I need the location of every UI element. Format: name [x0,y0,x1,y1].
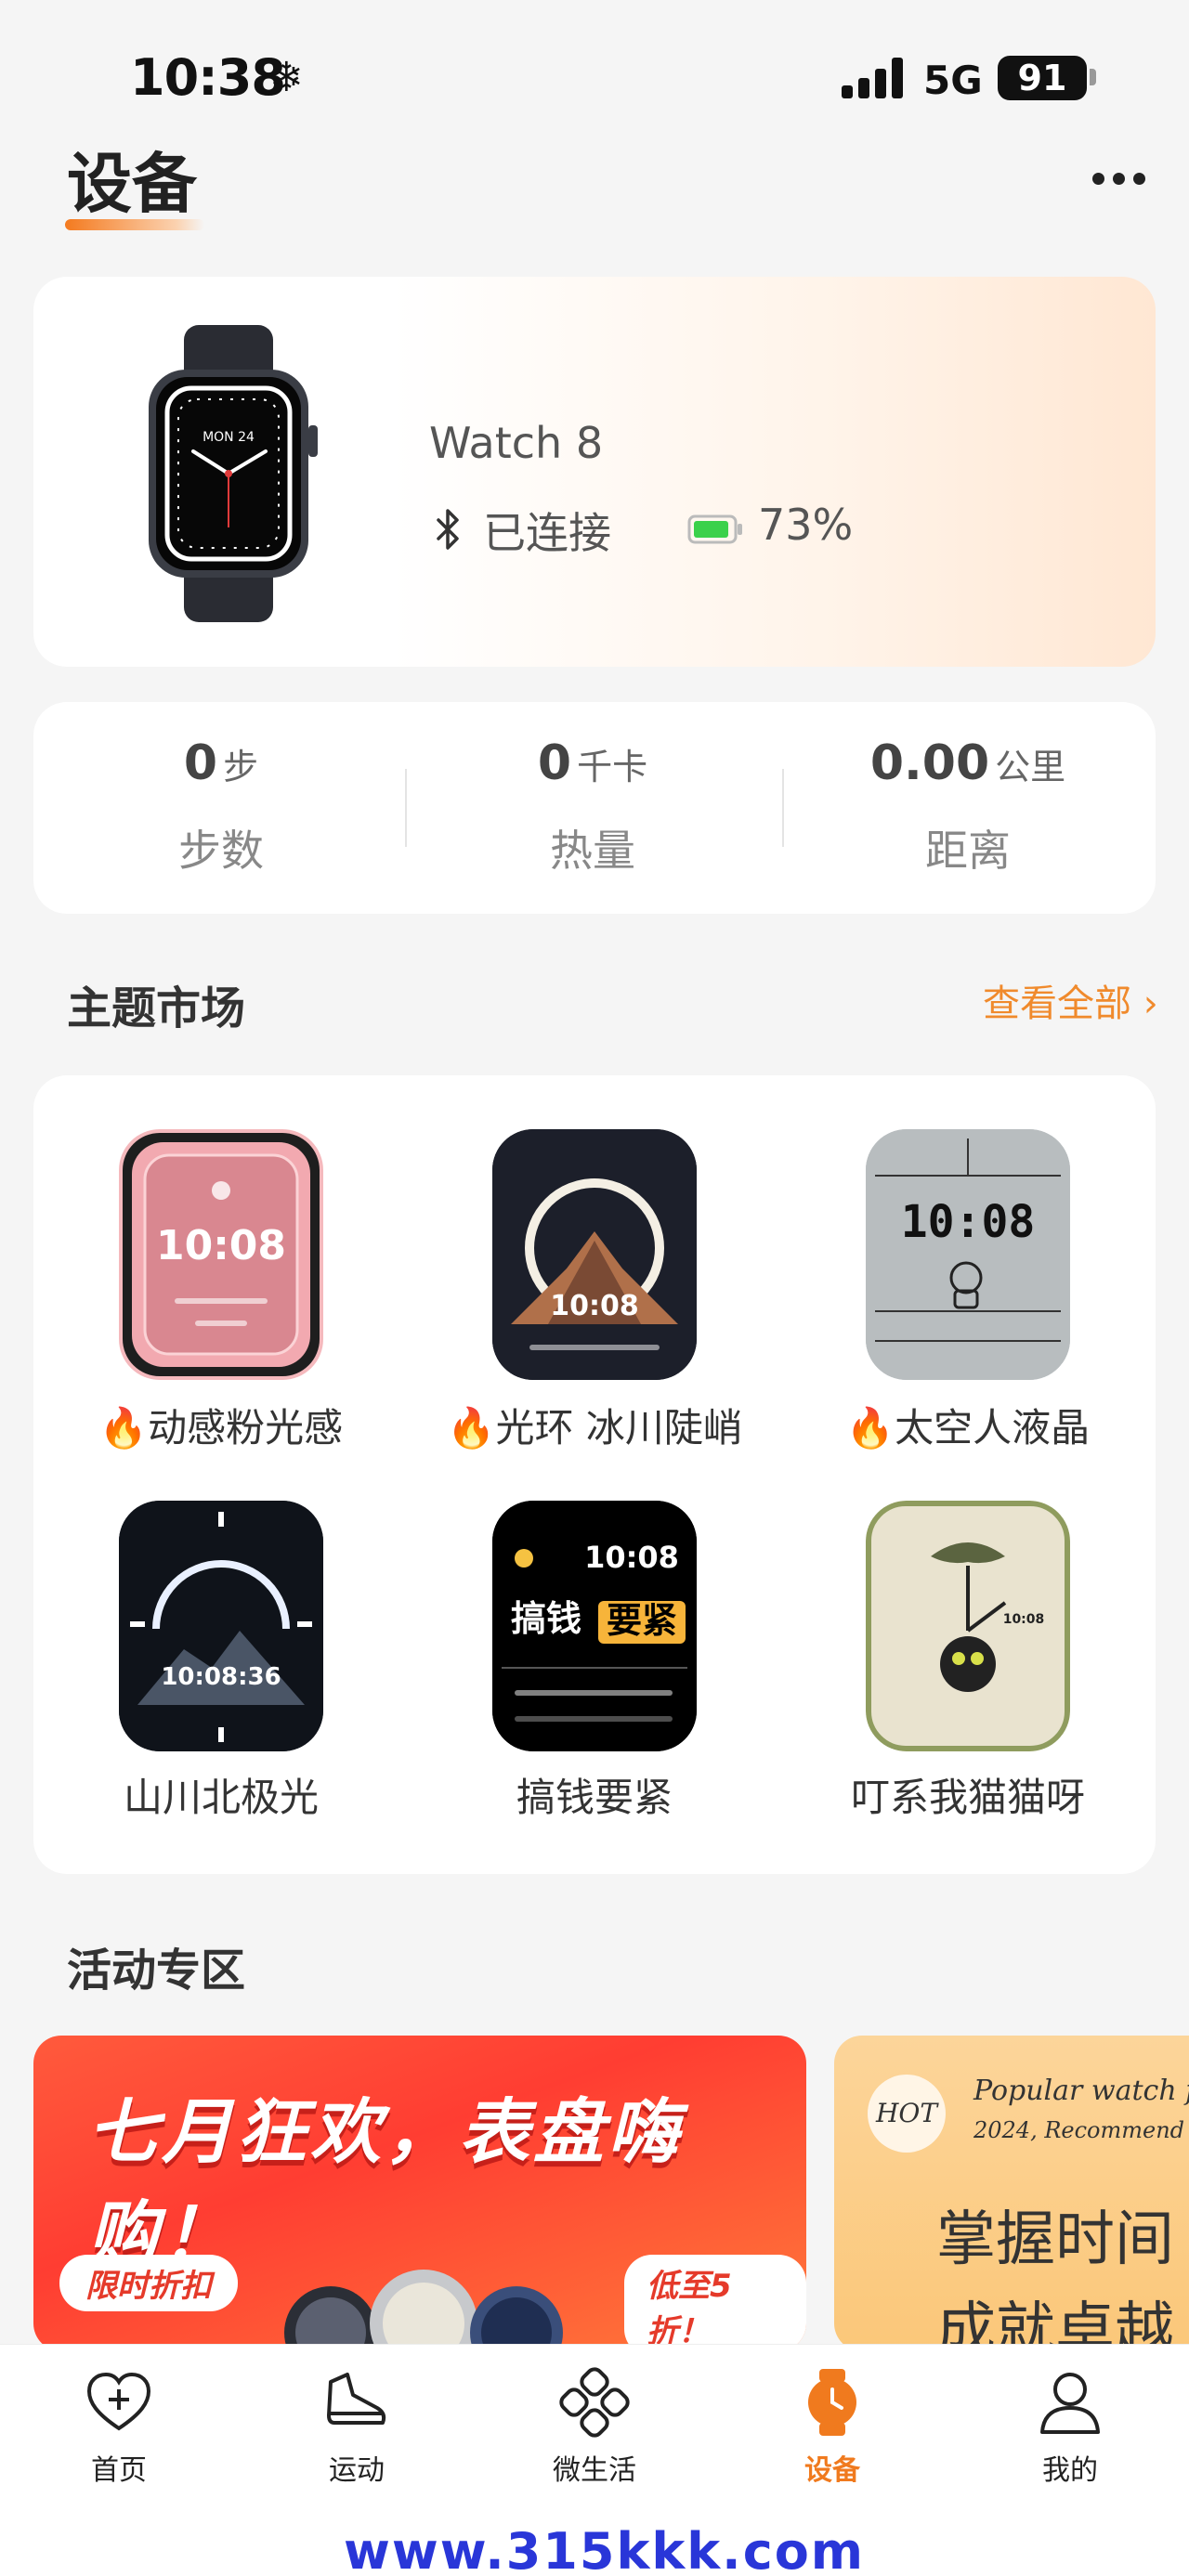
device-card[interactable]: MON 24 Watch 8 已连接 73% [33,277,1156,667]
svg-text:10:08: 10:08 [901,1196,1036,1248]
watches-image [284,2270,563,2351]
banner-subtitle: Popular watch f [973,2075,1189,2107]
hot-badge: HOT [868,2075,946,2153]
status-time: 10:38 [130,48,286,107]
theme-label: 搞钱要紧 [516,1775,673,1820]
theme-label: 🔥动感粉光感 [98,1405,344,1451]
watch-face-halo[interactable]: 10:08 [492,1129,697,1380]
svg-text:10:08: 10:08 [156,1222,286,1269]
tab-life[interactable]: 微生活 [520,2367,669,2488]
watch-image: MON 24 [149,325,318,622]
watermark-text: www.315kkk.com [344,2522,866,2576]
stat-value: 0.00 [869,735,990,791]
theme-market-title: 主题市场 [67,982,246,1034]
theme-label: 🔥太空人液晶 [845,1405,1091,1451]
svg-text:10:08: 10:08 [1003,1612,1045,1627]
stats-card: 0步 步数 0 千卡 热量 0.00 公里 距离 [33,702,1156,914]
watch-face-pink[interactable]: 10:08 [119,1129,323,1380]
watch-face-aurora[interactable]: 10:08:36 [119,1501,323,1751]
shoe-icon [327,2373,386,2425]
device-battery: 73% [758,500,854,550]
stat-steps: 0步 步数 [35,735,407,878]
signal-icon [842,58,905,98]
title-underline [65,219,204,230]
tab-mine[interactable]: 我的 [996,2367,1144,2488]
bluetooth-icon [437,509,459,550]
stat-unit: 千卡 [577,747,648,787]
banner-tag-discount: 限时折扣 [59,2255,238,2311]
clover-icon [559,2367,630,2438]
network-type: 5G [923,58,983,103]
theme-label: 叮系我猫猫呀 [850,1775,1085,1820]
svg-text:MON 24: MON 24 [203,430,255,445]
theme-grid: 10:08 🔥动感粉光感 10:08 🔥光环 冰川陡峭 10:08 🔥太空人液晶… [33,1075,1156,1874]
banner-headline-2: 成就卓越 [936,2296,1174,2351]
watch-face-money[interactable]: 10:08 搞钱 要紧 [492,1501,697,1751]
user-icon [1040,2373,1100,2434]
activity-title: 活动专区 [67,1945,246,1997]
connection-status: 已连接 [483,508,611,558]
tab-label: 微生活 [553,2454,636,2487]
heart-plus-icon [86,2372,151,2431]
battery-icon [687,514,742,544]
device-name: Watch 8 [429,418,604,468]
activity-banner-sale[interactable]: 七月狂欢，表盘嗨购！ 限时折扣 低至5折！ [33,2036,806,2351]
page-title: 设备 [67,146,197,222]
theme-label: 🔥光环 冰川陡峭 [447,1405,742,1451]
tab-label: 首页 [91,2454,147,2487]
stat-label: 步数 [178,826,264,876]
stat-calories: 0 千卡 热量 [407,735,778,878]
tab-device[interactable]: 设备 [758,2367,907,2488]
battery-indicator: 91 [998,56,1087,100]
battery-tip [1090,69,1096,85]
stat-label: 距离 [925,826,1011,876]
stat-unit: 步 [223,747,259,787]
tab-label: 我的 [1042,2454,1098,2487]
svg-text:10:08:36: 10:08:36 [161,1663,281,1691]
svg-text:搞钱: 搞钱 [511,1598,581,1639]
watch-icon [808,2369,856,2436]
svg-text:10:08: 10:08 [550,1290,639,1322]
theme-label: 山川北极光 [123,1775,319,1820]
tab-home[interactable]: 首页 [45,2367,193,2488]
view-all-link[interactable]: 查看全部 › [983,973,1158,1027]
stat-value: 0 [183,735,218,791]
stat-value: 0 [537,735,572,791]
tab-label: 运动 [329,2454,385,2487]
watch-face-lcd[interactable]: 10:08 [866,1129,1070,1380]
stat-unit: 公里 [995,747,1066,787]
stat-distance: 0.00 公里 距离 [782,735,1154,878]
svg-text:要紧: 要紧 [607,1600,677,1641]
tab-sport[interactable]: 运动 [282,2367,431,2488]
watch-face-cat[interactable]: 10:08 [866,1501,1070,1751]
more-icon[interactable] [1092,173,1148,191]
svg-text:10:08: 10:08 [584,1540,679,1575]
tab-label: 设备 [804,2454,860,2487]
snowflake-icon: ❄ [269,54,304,101]
banner-year: 2024, Recommend [973,2117,1185,2143]
banner-tag-price: 低至5折！ [624,2255,806,2351]
banner-headline: 掌握时间 [936,2205,1174,2274]
stat-label: 热量 [550,826,635,876]
activity-banner-popular[interactable]: HOT Popular watch f 2024, Recommend 掌握时间… [834,2036,1189,2351]
